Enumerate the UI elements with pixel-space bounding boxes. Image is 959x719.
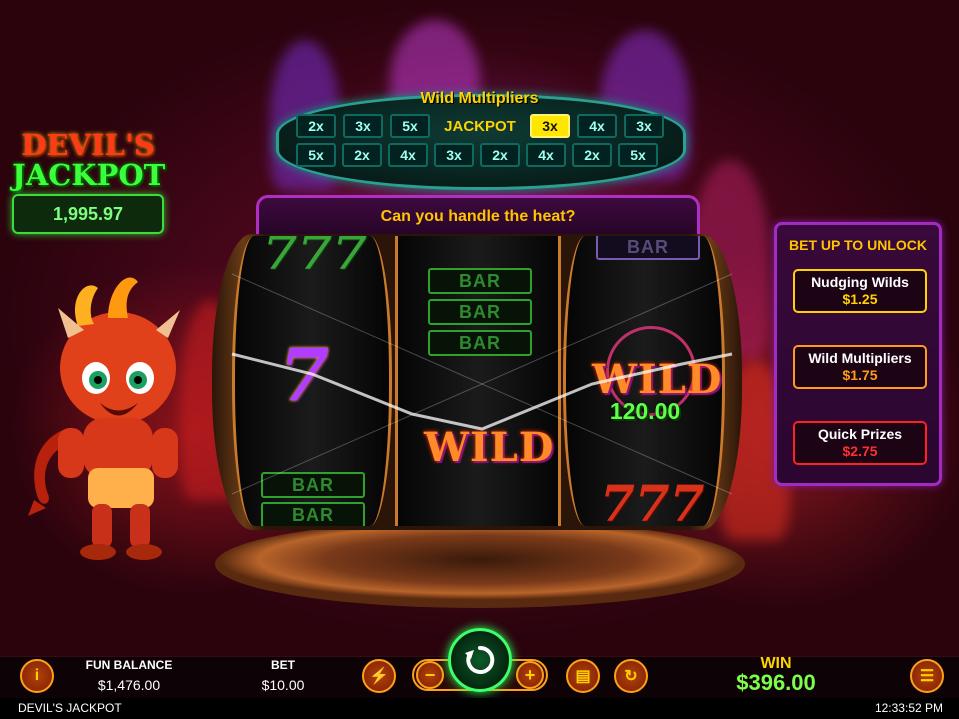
symbol-triple-seven: 777 — [263, 236, 368, 281]
nudging-wilds-button[interactable]: Nudging Wilds $1.25 — [793, 269, 927, 313]
menu-button[interactable]: ☰ — [910, 659, 944, 693]
symbol-bar: BAR — [428, 268, 532, 294]
multiplier-cell: 5x — [618, 143, 658, 167]
symbol-wild: WILD — [424, 424, 555, 471]
spin-icon — [465, 645, 495, 674]
symbol-seven: 7 — [279, 332, 330, 417]
quick-prizes-button[interactable]: Quick Prizes $2.75 — [793, 421, 927, 465]
fun-balance-value: $1,476.00 — [97, 677, 161, 693]
multiplier-cell: 3x — [530, 114, 570, 138]
multiplier-cell: 5x — [296, 143, 336, 167]
unlock-option-price: $2.75 — [842, 443, 878, 459]
symbol-bar: BAR — [261, 472, 365, 498]
logo-jackpot-text: JACKPOT — [12, 158, 166, 192]
win-value: $396.00 — [736, 670, 816, 695]
multiplier-cell: 3x — [434, 143, 474, 167]
reel-2: BAR BAR BAR WILD — [395, 236, 561, 526]
reel-pedestal — [215, 520, 745, 608]
bet-unlock-title: BET UP TO UNLOCK — [789, 237, 927, 253]
logo-devils-text: DEVIL'S — [21, 128, 155, 162]
multiplier-grid: 2x 3x 5x JACKPOT 3x 4x 3x 5x 2x 4x 3x 2x 4x 2x 5x — [296, 114, 666, 172]
fun-balance-label: FUN BALANCE — [85, 658, 173, 672]
multiplier-cell: 2x — [572, 143, 612, 167]
info-icon: i — [34, 667, 40, 684]
symbol-bar: BAR — [428, 299, 532, 325]
info-button[interactable]: i — [20, 659, 54, 693]
jackpot-value: 1,995.97 — [12, 194, 164, 234]
multiplier-row-1: 2x 3x 5x JACKPOT 3x 4x 3x — [296, 114, 666, 138]
game-logo: DEVIL'S JACKPOT — [12, 128, 166, 192]
multiplier-cell: 2x — [480, 143, 520, 167]
multiplier-cell: 2x — [296, 114, 336, 138]
turbo-button[interactable]: ⚡ — [362, 659, 396, 693]
unlock-option-label: Wild Multipliers — [808, 350, 912, 366]
bet-value: $10.00 — [261, 677, 305, 693]
wild-multipliers-button[interactable]: Wild Multipliers $1.75 — [793, 345, 927, 389]
symbol-wild: WILD — [592, 356, 723, 403]
multiplier-cell: 5x — [390, 114, 430, 138]
unlock-option-label: Nudging Wilds — [811, 274, 909, 290]
symbol-bar: BAR — [428, 330, 532, 356]
multiplier-cell: 4x — [388, 143, 428, 167]
multiplier-row-2: 5x 2x 4x 3x 2x 4x 2x 5x — [296, 143, 666, 167]
line-win-amount: 120.00 — [609, 398, 681, 424]
devil-character — [28, 277, 180, 560]
footer-game-name: DEVIL'S JACKPOT — [18, 701, 122, 715]
multiplier-cell: 2x — [342, 143, 382, 167]
unlock-option-label: Quick Prizes — [817, 426, 903, 442]
multiplier-jackpot-cell: JACKPOT — [444, 117, 516, 135]
lightning-icon: ⚡ — [369, 668, 389, 685]
paytable-button[interactable]: ▤ — [566, 659, 600, 693]
game-scene: DEVIL'S JACKPOT 1,995.97 Wild Multiplier… — [0, 0, 959, 656]
bet-unlock-panel: BET UP TO UNLOCK Nudging Wilds $1.25 Wil… — [774, 222, 942, 486]
footer-bar: DEVIL'S JACKPOT 12:33:52 PM — [0, 698, 959, 719]
tagline-banner: Can you handle the heat? — [256, 195, 700, 239]
bet-label: BET — [271, 658, 295, 672]
plus-icon: + — [524, 664, 536, 685]
footer-clock: 12:33:52 PM — [874, 701, 943, 715]
unlock-option-price: $1.25 — [842, 291, 878, 307]
multiplier-cell: 3x — [343, 114, 383, 138]
unlock-option-price: $1.75 — [842, 367, 878, 383]
spin-button[interactable] — [448, 628, 512, 692]
autoplay-button[interactable]: ↻ — [614, 659, 648, 693]
autoplay-icon: ↻ — [624, 668, 638, 685]
paytable-icon: ▤ — [575, 668, 591, 685]
reel-1: 777 7 BAR BAR — [232, 236, 392, 526]
reel-3: BAR WILD 777 — [563, 236, 725, 526]
bet-increase-button[interactable]: + — [516, 661, 544, 689]
bet-decrease-button[interactable]: − — [416, 661, 444, 689]
multiplier-cell: 3x — [624, 114, 664, 138]
symbol-triple-seven: 777 — [600, 474, 705, 526]
symbol-bar: BAR — [596, 236, 700, 260]
wild-multipliers-title: Wild Multipliers — [420, 90, 539, 107]
minus-icon: − — [424, 664, 436, 685]
multiplier-cell: 4x — [577, 114, 617, 138]
menu-icon: ☰ — [919, 668, 935, 685]
symbol-bar: BAR — [261, 502, 365, 526]
multiplier-cell: 4x — [526, 143, 566, 167]
